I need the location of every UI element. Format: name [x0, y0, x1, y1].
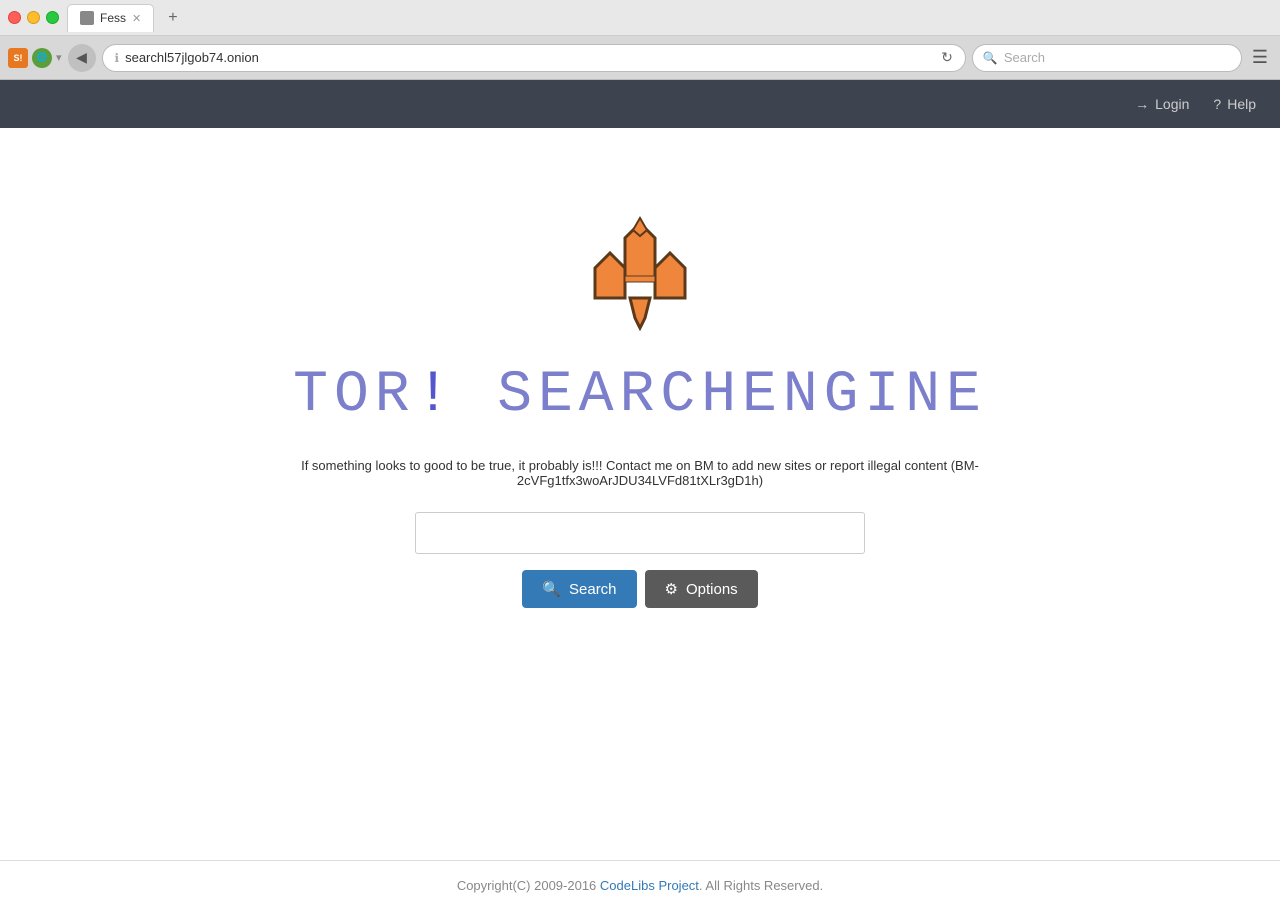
traffic-lights	[8, 11, 59, 24]
footer-copyright: Copyright(C) 2009-2016	[457, 878, 596, 893]
back-button[interactable]: ◀	[68, 44, 96, 72]
ext-dropdown[interactable]: ▾	[56, 51, 62, 64]
new-tab-button[interactable]: +	[162, 9, 183, 27]
footer-rights: . All Rights Reserved.	[699, 878, 823, 893]
login-link[interactable]: → Login	[1135, 96, 1189, 112]
title-bar: Fess ✕ +	[0, 0, 1280, 36]
button-row: 🔍 Search ⚙ Options	[522, 570, 757, 608]
options-button-icon: ⚙	[665, 580, 678, 598]
login-label: Login	[1155, 96, 1189, 112]
disclaimer-text: If something looks to good to be true, i…	[240, 458, 1040, 488]
ext-icon-1[interactable]: S!	[8, 48, 28, 68]
help-icon: ?	[1213, 96, 1221, 112]
options-button[interactable]: ⚙ Options	[645, 570, 758, 608]
options-button-label: Options	[686, 581, 738, 598]
close-button[interactable]	[8, 11, 21, 24]
site-title: Tor! SearchEngine	[293, 363, 987, 428]
tab-close-button[interactable]: ✕	[132, 12, 141, 25]
title-part1: Tor	[293, 363, 415, 428]
logo-container	[575, 208, 705, 343]
minimize-button[interactable]	[27, 11, 40, 24]
title-part2: SearchEngine	[497, 363, 987, 428]
footer: Copyright(C) 2009-2016 CodeLibs Project …	[0, 860, 1280, 910]
page-nav: → Login ? Help	[0, 80, 1280, 128]
browser-menu-button[interactable]: ☰	[1248, 47, 1272, 68]
reload-button[interactable]: ↻	[941, 49, 953, 66]
search-input[interactable]	[415, 512, 865, 554]
main-content: Tor! SearchEngine If something looks to …	[0, 128, 1280, 648]
address-bar[interactable]: ℹ searchl57jlgob74.onion ↻	[102, 44, 966, 72]
search-button-label: Search	[569, 581, 617, 598]
site-logo	[575, 208, 705, 338]
info-icon: ℹ	[115, 51, 120, 65]
browser-search-bar[interactable]: 🔍 Search	[972, 44, 1242, 72]
search-icon: 🔍	[983, 51, 998, 65]
login-icon: →	[1135, 96, 1149, 112]
browser-search-text: Search	[1004, 50, 1045, 65]
search-button-icon: 🔍	[542, 580, 561, 598]
nav-bar: S! 🌐 ▾ ◀ ℹ searchl57jlgob74.onion ↻ 🔍 Se…	[0, 36, 1280, 80]
browser-frame: Fess ✕ + S! 🌐 ▾ ◀ ℹ searchl57jlgob74.oni…	[0, 0, 1280, 910]
help-link[interactable]: ? Help	[1213, 96, 1256, 112]
help-label: Help	[1227, 96, 1256, 112]
fullscreen-button[interactable]	[46, 11, 59, 24]
title-exclaim: !	[416, 363, 457, 428]
tab-icon	[80, 11, 94, 25]
footer-codelibs-label: CodeLibs Project	[600, 878, 699, 893]
address-text: searchl57jlgob74.onion	[125, 50, 935, 65]
footer-codelibs-link[interactable]: CodeLibs Project	[600, 878, 699, 893]
tab-title: Fess	[100, 11, 126, 25]
search-button[interactable]: 🔍 Search	[522, 570, 636, 608]
ext-icon-2[interactable]: 🌐	[32, 48, 52, 68]
extension-icons: S! 🌐 ▾	[8, 48, 62, 68]
browser-tab[interactable]: Fess ✕	[67, 4, 154, 32]
